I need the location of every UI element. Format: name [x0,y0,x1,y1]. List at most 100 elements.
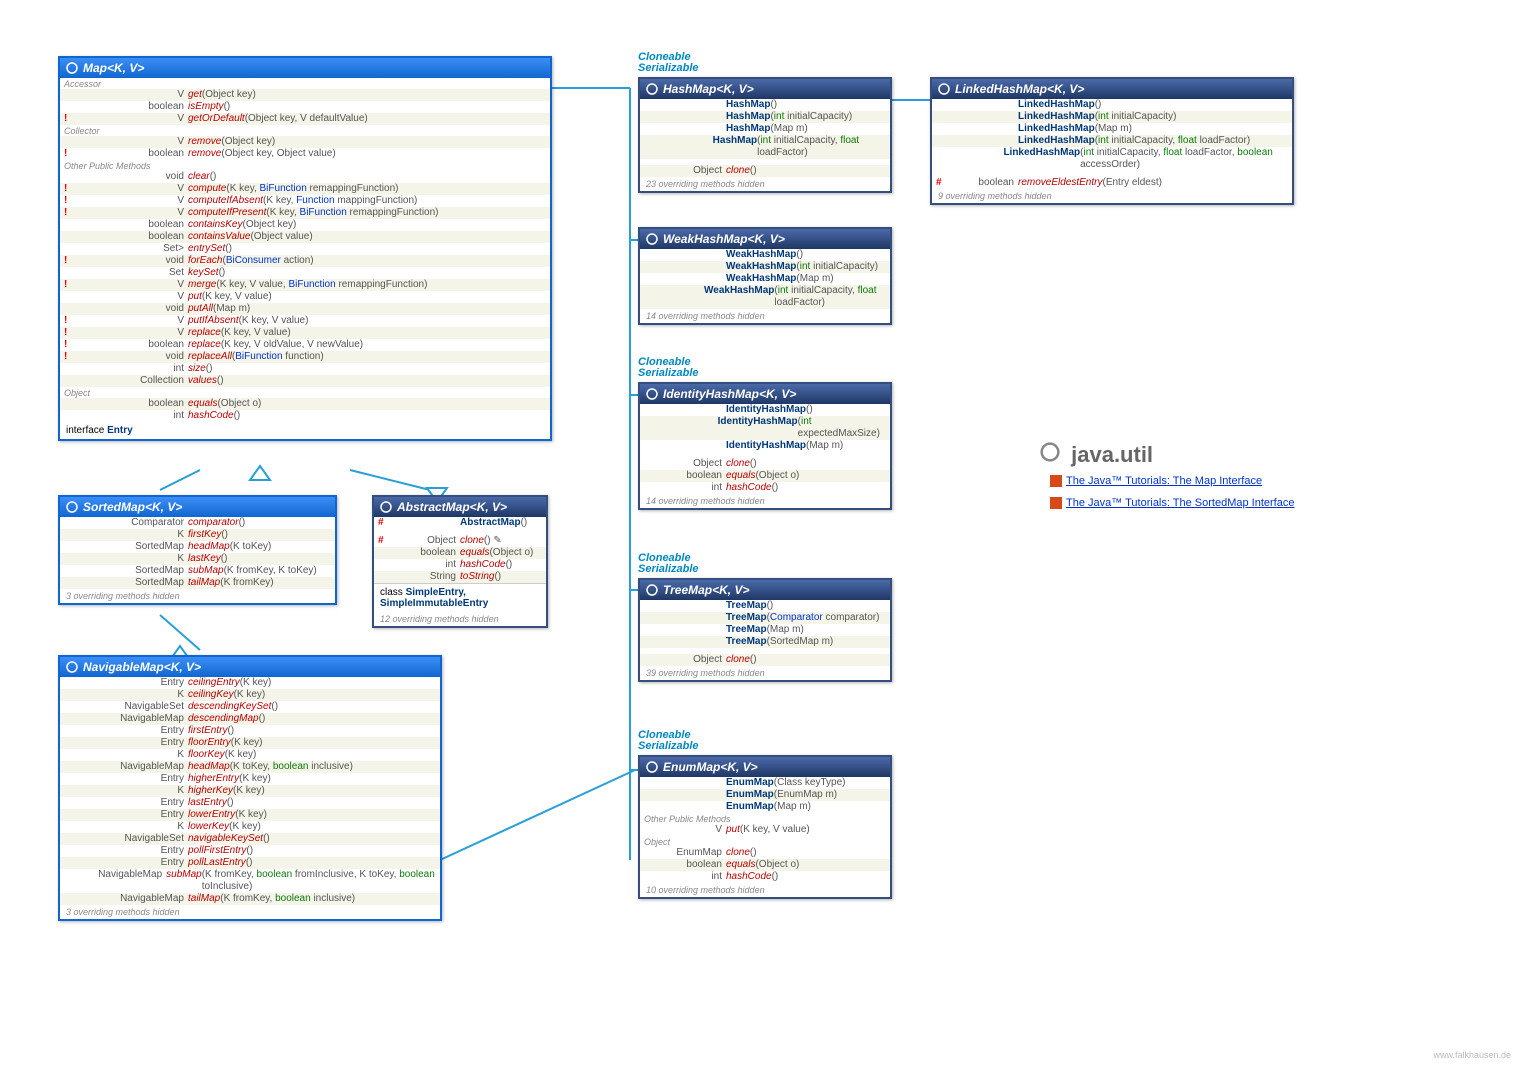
method-row: !VputIfAbsent (K key, V value) [60,315,550,327]
method-row: booleancontainsValue (Object value) [60,231,550,243]
nested-type: class SimpleEntry, SimpleImmutableEntry [374,583,546,612]
method-row: !VgetOrDefault (Object key, V defaultVal… [60,113,550,125]
method-row: inthashCode () [374,559,546,571]
method-row: booleanisEmpty () [60,101,550,113]
link-icon [1050,475,1062,487]
section-label: Other Public Methods [640,813,890,824]
method-row: WeakHashMap (Map m) [640,273,890,285]
class-box-hashmap: HashMap<K, V> HashMap ()HashMap (int ini… [638,77,892,193]
method-row: inthashCode () [640,871,890,883]
class-box-enummap: EnumMap<K, V> EnumMap (Class keyType)Enu… [638,755,892,899]
class-box-abstractmap: AbstractMap<K, V> #AbstractMap ()#Object… [372,495,548,628]
method-row: KlastKey () [60,553,335,565]
method-row: NavigableMapheadMap (K toKey, boolean in… [60,761,440,773]
method-row: voidclear () [60,171,550,183]
method-row: inthashCode () [640,482,890,494]
method-row: LinkedHashMap () [932,99,1292,111]
method-row: !VcomputeIfPresent (K key, BiFunction re… [60,207,550,219]
method-row: !Vmerge (K key, V value, BiFunction rema… [60,279,550,291]
method-row: HashMap () [640,99,890,111]
method-row: !booleanremove (Object key, Object value… [60,148,550,160]
method-row: EntryfirstEntry () [60,725,440,737]
method-row: KceilingKey (K key) [60,689,440,701]
method-row: !Vcompute (K key, BiFunction remappingFu… [60,183,550,195]
class-box-sortedmap: SortedMap<K, V> Comparatorcomparator ()K… [58,495,337,605]
method-row: StringtoString () [374,571,546,583]
method-row: inthashCode () [60,410,550,422]
method-row: Vput (K key, V value) [60,291,550,303]
method-row: Objectclone () [640,458,890,470]
method-row: SortedMapheadMap (K toKey) [60,541,335,553]
method-row: NavigableMaptailMap (K fromKey, boolean … [60,893,440,905]
method-row: Collectionvalues () [60,375,550,387]
method-row: WeakHashMap () [640,249,890,261]
method-row: EnumMap (Map m) [640,801,890,813]
method-row: SortedMaptailMap (K fromKey) [60,577,335,589]
method-row: LinkedHashMap (Map m) [932,123,1292,135]
method-row: EntryceilingEntry (K key) [60,677,440,689]
method-row: NavigableMapdescendingMap () [60,713,440,725]
method-row: !Vreplace (K key, V value) [60,327,550,339]
method-row: TreeMap (SortedMap m) [640,636,890,648]
method-row: voidputAll (Map m) [60,303,550,315]
stereotype-label: CloneableSerializable [638,52,699,74]
tutorial-link[interactable]: The Java™ Tutorials: The Map Interface [1050,475,1262,487]
method-row: Vput (K key, V value) [640,824,890,836]
gear-icon [66,62,78,74]
method-row: TreeMap () [640,600,890,612]
class-box-weakhashmap: WeakHashMap<K, V> WeakHashMap ()WeakHash… [638,227,892,325]
footer-credit: www.falkhausen.de [1433,1050,1511,1060]
class-box-linkedhashmap: LinkedHashMap<K, V> LinkedHashMap ()Link… [930,77,1294,205]
method-row: #booleanremoveEldestEntry (Entry eldest) [932,177,1292,189]
method-row: intsize () [60,363,550,375]
method-row: booleanequals (Object o) [640,859,890,871]
method-row: #Objectclone () ✎ [374,535,546,547]
method-row: EntrypollFirstEntry () [60,845,440,857]
method-row: TreeMap (Map m) [640,624,890,636]
method-row: booleanequals (Object o) [640,470,890,482]
tutorial-link[interactable]: The Java™ Tutorials: The SortedMap Inter… [1050,497,1294,509]
class-box-navigablemap: NavigableMap<K, V> EntryceilingEntry (K … [58,655,442,921]
method-row: !booleanreplace (K key, V oldValue, V ne… [60,339,550,351]
stereotype-label: CloneableSerializable [638,730,699,752]
method-row: LinkedHashMap (int initialCapacity) [932,111,1292,123]
method-row: booleancontainsKey (Object key) [60,219,550,231]
method-row: WeakHashMap (int initialCapacity) [640,261,890,273]
method-row: EntrylastEntry () [60,797,440,809]
method-row: SortedMapsubMap (K fromKey, K toKey) [60,565,335,577]
section-label: Accessor [60,78,550,89]
method-row: EnumMapclone () [640,847,890,859]
method-row: HashMap (int initialCapacity, float load… [640,135,890,159]
method-row: KhigherKey (K key) [60,785,440,797]
method-row: IdentityHashMap (Map m) [640,440,890,452]
section-label: Other Public Methods [60,160,550,171]
link-icon [1050,497,1062,509]
method-row: Objectclone () [640,165,890,177]
section-label: Object [60,387,550,398]
package-label: java.util [1040,442,1153,468]
method-row: IdentityHashMap () [640,404,890,416]
method-row: KfloorKey (K key) [60,749,440,761]
method-row: Vremove (Object key) [60,136,550,148]
stereotype-label: CloneableSerializable [638,553,699,575]
method-row: booleanequals (Object o) [60,398,550,410]
section-label: Object [640,836,890,847]
nested-type: interface Entry [60,422,550,439]
method-row: EntryhigherEntry (K key) [60,773,440,785]
stereotype-label: CloneableSerializable [638,357,699,379]
method-row: Comparatorcomparator () [60,517,335,529]
method-row: NavigableSetnavigableKeySet () [60,833,440,845]
method-row: EntrypollLastEntry () [60,857,440,869]
method-row: #AbstractMap () [374,517,546,529]
class-title: Map<K, V> [60,58,550,78]
method-row: KlowerKey (K key) [60,821,440,833]
method-row: LinkedHashMap (int initialCapacity, floa… [932,135,1292,147]
method-row: LinkedHashMap (int initialCapacity, floa… [932,147,1292,171]
section-label: Collector [60,125,550,136]
method-row: Objectclone () [640,654,890,666]
method-row: HashMap (int initialCapacity) [640,111,890,123]
method-row: NavigableSetdescendingKeySet () [60,701,440,713]
method-row: KfirstKey () [60,529,335,541]
method-row: TreeMap (Comparator comparator) [640,612,890,624]
method-row: WeakHashMap (int initialCapacity, float … [640,285,890,309]
